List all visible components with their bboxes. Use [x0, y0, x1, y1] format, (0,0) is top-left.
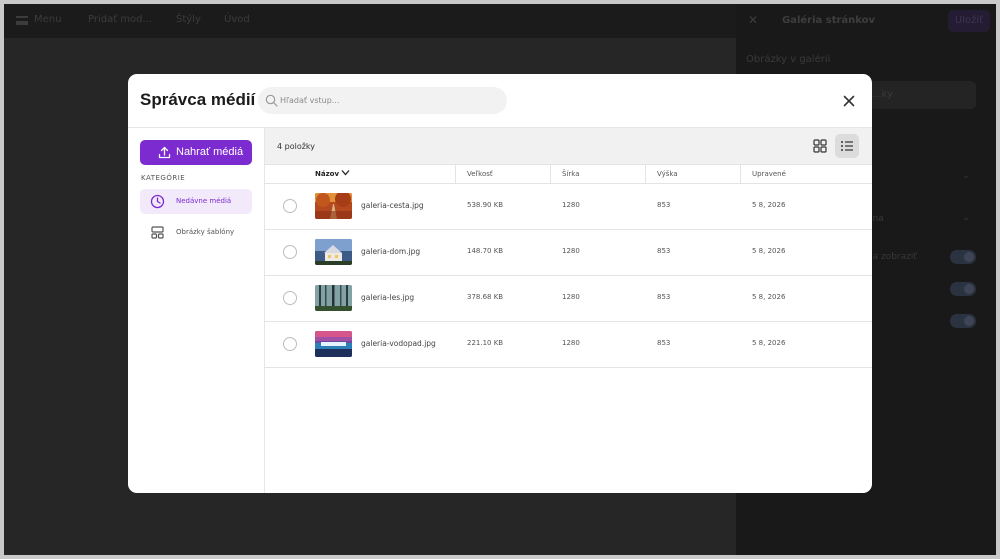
background-topbar-item: Pridať mod...	[88, 14, 153, 25]
grid-view-icon	[813, 139, 827, 153]
search-input[interactable]	[280, 87, 500, 114]
categories-heading: KATEGÓRIE	[141, 174, 186, 182]
item-count: 4 položky	[277, 142, 316, 151]
background-topbar-item: Úvod	[224, 14, 250, 25]
background-topbar-item: Štýly	[176, 14, 201, 25]
file-size: 221.10 KB	[467, 339, 504, 347]
table-row[interactable]: galeria-les.jpg 378.68 KB 1280 853 5 8, …	[265, 276, 872, 322]
file-size: 538.90 KB	[467, 201, 504, 209]
dialog-title: Správca médií	[140, 90, 256, 109]
background-toggle	[950, 250, 976, 264]
image-thumbnail-autumn-road	[315, 193, 352, 219]
category-label: Obrázky šablóny	[176, 228, 235, 236]
file-name: galeria-vodopad.jpg	[361, 339, 436, 348]
table-row[interactable]: galeria-dom.jpg 148.70 KB 1280 853 5 8, …	[265, 230, 872, 276]
background-section-label: Obrázky v galérii	[746, 54, 831, 65]
row-checkbox[interactable]	[283, 199, 297, 213]
background-chevron-icon: ⌄	[962, 212, 971, 223]
background-toggle	[950, 314, 976, 328]
modified-date: 5 8, 2026	[752, 339, 786, 347]
modified-date: 5 8, 2026	[752, 201, 786, 209]
image-thumbnail-forest	[315, 285, 352, 311]
list-toolbar: 4 položky	[265, 128, 872, 165]
list-view-button[interactable]	[835, 134, 859, 158]
category-recent-media[interactable]: Nedávne médiá	[140, 189, 252, 214]
search-box[interactable]	[258, 87, 507, 114]
dialog-header: Správca médií	[128, 74, 872, 128]
close-icon[interactable]	[840, 92, 858, 110]
grid-view-button[interactable]	[808, 134, 832, 158]
image-height: 853	[657, 339, 671, 347]
category-template-images[interactable]: Obrázky šablóny	[140, 220, 252, 245]
row-checkbox[interactable]	[283, 291, 297, 305]
column-header-size[interactable]: Veľkosť	[467, 165, 493, 184]
clock-icon	[150, 194, 165, 209]
image-height: 853	[657, 201, 671, 209]
row-checkbox[interactable]	[283, 245, 297, 259]
table-row[interactable]: galeria-cesta.jpg 538.90 KB 1280 853 5 8…	[265, 184, 872, 230]
image-height: 853	[657, 293, 671, 301]
column-header-height[interactable]: Výška	[657, 165, 678, 184]
file-size: 148.70 KB	[467, 247, 504, 255]
menu-icon	[16, 16, 28, 25]
modified-date: 5 8, 2026	[752, 247, 786, 255]
media-manager-dialog: Správca médií Nahrať médiá KATEGÓRIE	[128, 74, 872, 493]
upload-media-button[interactable]: Nahrať médiá	[140, 140, 252, 165]
image-thumbnail-waterfall	[315, 331, 352, 357]
column-divider	[550, 165, 551, 184]
background-save-button: Uložiť	[948, 10, 990, 32]
column-header-name[interactable]: Názov	[315, 165, 350, 184]
image-width: 1280	[562, 201, 580, 209]
file-name: galeria-cesta.jpg	[361, 201, 424, 210]
column-divider	[740, 165, 741, 184]
file-name: galeria-les.jpg	[361, 293, 415, 302]
sort-chevron-icon	[341, 170, 350, 176]
table-row[interactable]: galeria-vodopad.jpg 221.10 KB 1280 853 5…	[265, 322, 872, 368]
media-list-panel: 4 položky Názov Veľkosť Šírka Výška Upra…	[265, 128, 872, 493]
search-icon	[265, 94, 278, 107]
template-icon	[151, 226, 164, 239]
row-checkbox[interactable]	[283, 337, 297, 351]
background-panel-title: Galéria stránkov	[782, 15, 876, 26]
file-name: galeria-dom.jpg	[361, 247, 421, 256]
image-thumbnail-house	[315, 239, 352, 265]
background-chevron-icon: ⌄	[962, 170, 971, 181]
background-close-icon: ✕	[748, 13, 759, 27]
image-width: 1280	[562, 247, 580, 255]
column-divider	[645, 165, 646, 184]
background-menu-label: Menu	[34, 14, 62, 25]
list-view-icon	[841, 141, 853, 151]
upload-media-label: Nahrať médiá	[176, 146, 244, 158]
modified-date: 5 8, 2026	[752, 293, 786, 301]
column-header-width[interactable]: Šírka	[562, 165, 580, 184]
image-height: 853	[657, 247, 671, 255]
category-label: Nedávne médiá	[176, 197, 232, 205]
file-size: 378.68 KB	[467, 293, 504, 301]
column-divider	[455, 165, 456, 184]
image-width: 1280	[562, 293, 580, 301]
upload-icon	[158, 146, 171, 159]
image-width: 1280	[562, 339, 580, 347]
categories-sidebar: Nahrať médiá KATEGÓRIE Nedávne médiá Obr…	[128, 128, 265, 493]
background-toggle	[950, 282, 976, 296]
table-header: Názov Veľkosť Šírka Výška Upravené	[265, 165, 872, 184]
column-header-modified[interactable]: Upravené	[752, 165, 786, 184]
